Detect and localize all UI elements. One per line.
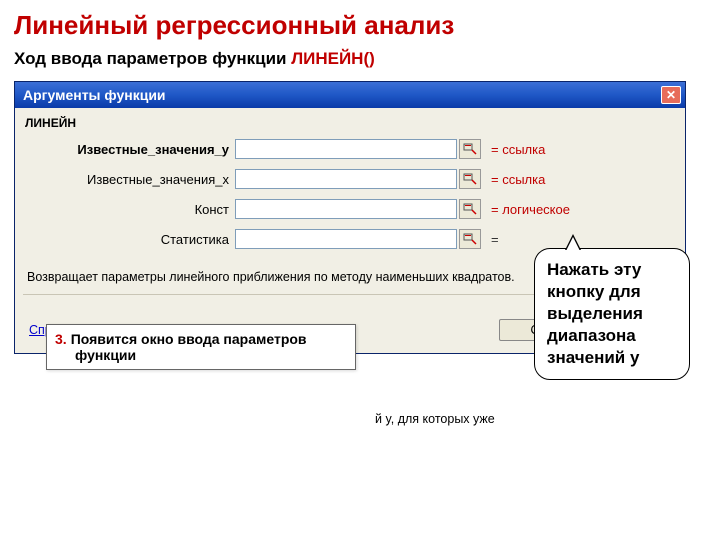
subtitle-prefix: Ход ввода параметров функции [14, 49, 291, 68]
arg-help-text-partial: й y, для которых уже [375, 412, 595, 426]
page-title: Линейный регрессионный анализ [0, 0, 720, 45]
arg-row-known-y: Известные_значения_y = ссылка [25, 134, 675, 164]
arg-input-known-x[interactable] [235, 169, 457, 189]
dialog-titlebar[interactable]: Аргументы функции ✕ [15, 82, 685, 108]
range-select-icon [463, 143, 477, 155]
range-select-button[interactable] [459, 229, 481, 249]
speech-bubble: Нажать эту кнопку для выделения диапазон… [534, 248, 690, 380]
range-select-button[interactable] [459, 139, 481, 159]
arg-row-known-x: Известные_значения_x = ссылка [25, 164, 675, 194]
arg-label: Известные_значения_x [25, 172, 235, 187]
arg-input-const[interactable] [235, 199, 457, 219]
close-button[interactable]: ✕ [661, 86, 681, 104]
dialog-title: Аргументы функции [23, 87, 166, 103]
arguments-area: Известные_значения_y = ссылка Известные_… [15, 134, 685, 260]
function-name-label: ЛИНЕЙН [15, 108, 685, 134]
arg-input-known-y[interactable] [235, 139, 457, 159]
callout-text-line1: Появится окно ввода параметров [71, 331, 307, 347]
range-select-icon [463, 173, 477, 185]
range-select-icon [463, 203, 477, 215]
arg-row-const: Конст = логическое [25, 194, 675, 224]
callout-step-3: 3.Появится окно ввода параметров функции [46, 324, 356, 370]
subtitle-function-name: ЛИНЕЙН() [291, 49, 375, 68]
callout-text-line2: функции [55, 347, 136, 363]
range-select-icon [463, 233, 477, 245]
range-select-button[interactable] [459, 169, 481, 189]
page-subtitle: Ход ввода параметров функции ЛИНЕЙН() [0, 45, 720, 81]
arg-label: Известные_значения_y [25, 142, 235, 157]
arg-label: Конст [25, 202, 235, 217]
arg-result: = логическое [481, 202, 675, 217]
arg-input-stats[interactable] [235, 229, 457, 249]
close-icon: ✕ [666, 88, 676, 102]
range-select-button[interactable] [459, 199, 481, 219]
arg-label: Статистика [25, 232, 235, 247]
arg-result: = ссылка [481, 172, 675, 187]
callout-number: 3. [55, 331, 71, 347]
arg-result: = ссылка [481, 142, 675, 157]
